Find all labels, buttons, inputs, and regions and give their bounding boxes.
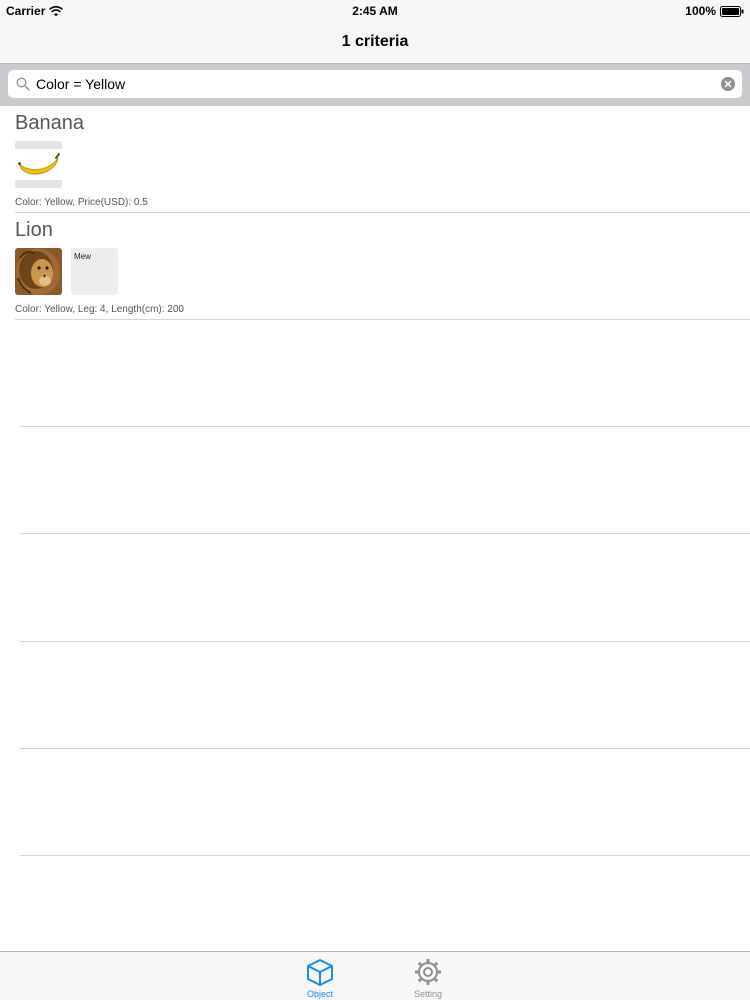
item-title: Lion: [15, 219, 53, 241]
item-title: Banana: [15, 112, 84, 134]
item-thumbnail[interactable]: [15, 141, 62, 188]
thumbnail-label: Mew: [74, 252, 91, 261]
search-field[interactable]: [8, 70, 742, 98]
item-thumbnail[interactable]: Mew: [71, 248, 118, 295]
status-time: 2:45 AM: [352, 4, 398, 18]
tab-setting[interactable]: Setting: [398, 952, 458, 1000]
row-separator: [20, 748, 750, 749]
page-title: 1 criteria: [341, 33, 409, 50]
item-thumbnail[interactable]: [15, 248, 62, 295]
banana-image: [15, 141, 62, 188]
tab-object[interactable]: Object: [290, 952, 350, 1000]
list-item[interactable]: Banana Color: Yellow, Price(USD): 0.5: [0, 106, 750, 213]
clear-search-icon[interactable]: [721, 77, 735, 91]
tab-bar: Object Setting: [0, 951, 750, 1000]
battery-icon: [720, 5, 744, 17]
item-details: Color: Yellow, Price(USD): 0.5: [15, 197, 148, 208]
gear-icon: [415, 959, 441, 985]
battery-percent: 100%: [685, 4, 716, 18]
tab-label: Setting: [413, 989, 443, 999]
tab-label: Object: [306, 989, 333, 999]
status-battery: 100%: [685, 4, 744, 18]
status-bar: Carrier 2:45 AM 100%: [0, 0, 750, 22]
list-item[interactable]: Lion Mew Color: Yellow, Leg: 4, Length(c…: [0, 213, 750, 320]
cube-icon: [307, 959, 333, 986]
navigation-bar: 1 criteria: [0, 22, 750, 64]
row-separator: [20, 426, 750, 427]
row-separator: [20, 641, 750, 642]
item-details: Color: Yellow, Leg: 4, Length(cm): 200: [15, 304, 184, 315]
search-input[interactable]: [36, 70, 716, 98]
search-icon: [16, 77, 30, 91]
search-bar: [0, 64, 750, 106]
row-separator: [20, 533, 750, 534]
row-separator: [20, 855, 750, 856]
lion-image: [15, 248, 62, 295]
row-separator: [15, 319, 750, 320]
